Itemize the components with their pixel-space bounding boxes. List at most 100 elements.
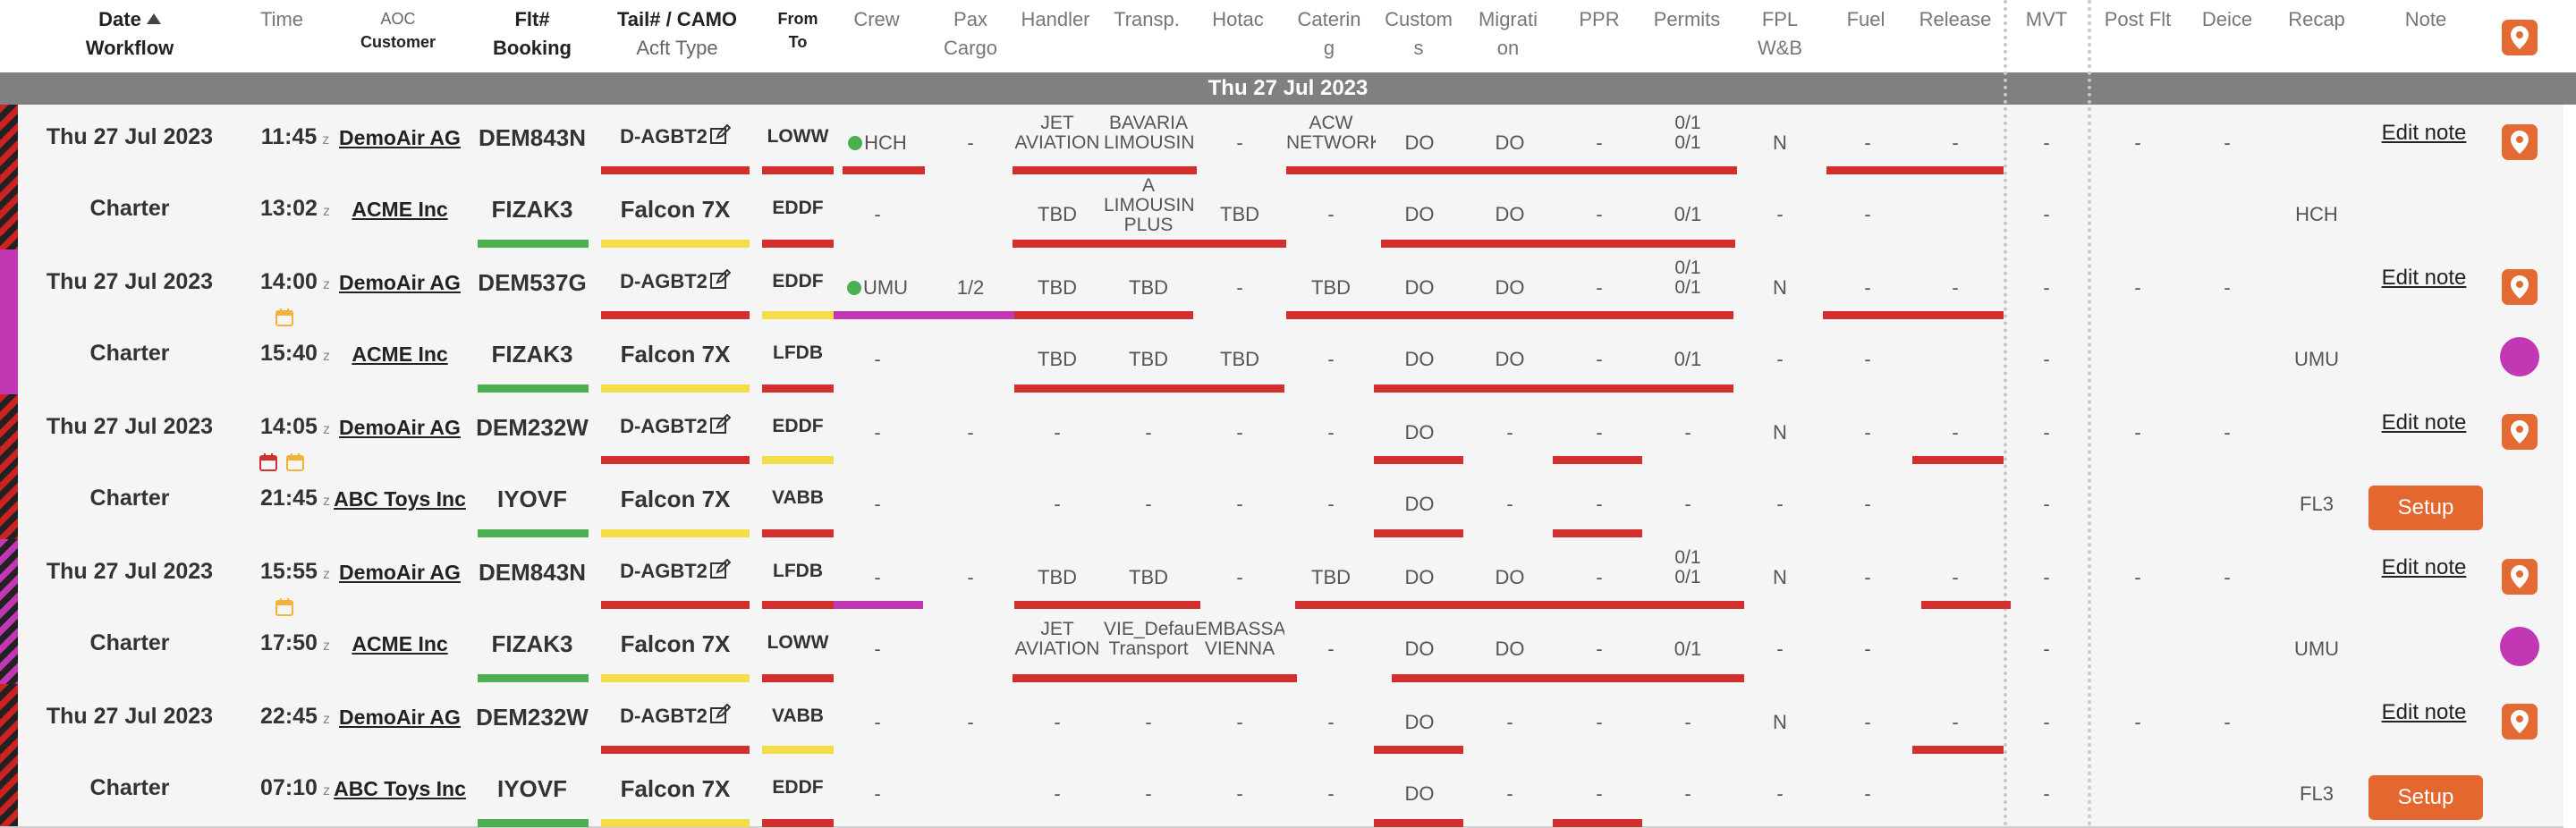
crew-top-value[interactable]: -: [843, 566, 912, 589]
flight-number[interactable]: DEM843N: [474, 124, 590, 152]
crew-top-value[interactable]: -: [843, 421, 912, 444]
fuel-top-value[interactable]: -: [1825, 421, 1911, 444]
edit-note-link[interactable]: Edit note: [2370, 555, 2478, 580]
fuel-top-value[interactable]: -: [1825, 276, 1911, 300]
col-date-workflow[interactable]: Date Workflow: [54, 5, 206, 63]
from-airport[interactable]: LFDB: [762, 561, 834, 582]
fpl-bottom-value[interactable]: -: [1735, 782, 1825, 806]
catering-bottom-value[interactable]: -: [1286, 638, 1376, 661]
ppr-top-value[interactable]: -: [1555, 711, 1644, 734]
col-post-flt[interactable]: Post Flt: [2093, 5, 2182, 34]
customer-link[interactable]: ABC Toys Inc: [333, 777, 467, 801]
mvt-bottom-value[interactable]: -: [2004, 203, 2089, 226]
calendar-alert-icon[interactable]: [259, 453, 277, 471]
catering-top-value[interactable]: TBD: [1286, 276, 1376, 300]
hotac-bottom-value[interactable]: -: [1195, 782, 1284, 806]
edit-note-link[interactable]: Edit note: [2370, 121, 2478, 146]
fpl-bottom-value[interactable]: -: [1735, 203, 1825, 226]
hotac-bottom-value[interactable]: -: [1195, 493, 1284, 516]
migration-top-value[interactable]: DO: [1465, 131, 1555, 155]
col-aoc-customer[interactable]: AOC Customer: [353, 7, 443, 54]
customs-top-value[interactable]: DO: [1376, 566, 1463, 589]
release-top-value[interactable]: -: [1911, 131, 2000, 155]
hotac-bottom-value[interactable]: EMBASSADORVIENNA: [1195, 620, 1284, 659]
transp-bottom-value[interactable]: VIE_DefaultTransport: [1104, 620, 1193, 659]
customs-top-value[interactable]: DO: [1376, 276, 1463, 300]
col-release[interactable]: Release: [1911, 5, 2000, 34]
release-top-value[interactable]: -: [1911, 566, 2000, 589]
recap-bottom-value[interactable]: FL3: [2272, 493, 2361, 516]
ppr-top-value[interactable]: -: [1555, 566, 1644, 589]
migration-top-value[interactable]: DO: [1465, 566, 1555, 589]
transp-bottom-value[interactable]: ALIMOUSINEPLUS: [1104, 176, 1193, 235]
to-airport[interactable]: EDDF: [762, 198, 834, 219]
sort-ascending-icon[interactable]: [146, 13, 161, 24]
migration-bottom-value[interactable]: -: [1465, 782, 1555, 806]
hotac-bottom-value[interactable]: TBD: [1195, 348, 1284, 371]
catering-top-value[interactable]: -: [1286, 711, 1376, 734]
post_flt-top-value[interactable]: -: [2093, 566, 2182, 589]
to-airport[interactable]: LFDB: [762, 342, 834, 364]
recap-bottom-value[interactable]: UMU: [2272, 638, 2361, 661]
calendar-icon[interactable]: [286, 453, 304, 471]
fuel-top-value[interactable]: -: [1825, 711, 1911, 734]
customs-top-value[interactable]: DO: [1376, 131, 1463, 155]
customer-link[interactable]: ACME Inc: [333, 198, 467, 222]
fuel-top-value[interactable]: -: [1825, 566, 1911, 589]
col-hotac[interactable]: Hotac: [1193, 5, 1283, 34]
flight-number[interactable]: DEM843N: [474, 559, 590, 587]
pax-top-value[interactable]: -: [930, 566, 1011, 589]
map-pin-icon[interactable]: [2502, 704, 2538, 739]
transp-top-value[interactable]: TBD: [1104, 566, 1193, 589]
col-catering[interactable]: Caterin g: [1284, 5, 1374, 63]
calendar-icon[interactable]: [275, 598, 293, 616]
transp-top-value[interactable]: BAVARIALIMOUSINE: [1104, 114, 1193, 153]
col-pax-cargo[interactable]: Pax Cargo: [930, 5, 1011, 63]
aoc-link[interactable]: DemoAir AG: [333, 416, 467, 440]
crew-bottom-value[interactable]: -: [843, 348, 912, 371]
calendar-icon[interactable]: [275, 308, 293, 326]
fpl-top-value[interactable]: N: [1735, 711, 1825, 734]
migration-top-value[interactable]: DO: [1465, 276, 1555, 300]
mvt-bottom-value[interactable]: -: [2004, 782, 2089, 806]
fuel-bottom-value[interactable]: -: [1825, 493, 1911, 516]
hotac-top-value[interactable]: -: [1195, 711, 1284, 734]
pax-top-value[interactable]: -: [930, 421, 1011, 444]
handler-top-value[interactable]: -: [1013, 711, 1102, 734]
to-airport[interactable]: EDDF: [762, 777, 834, 798]
transp-top-value[interactable]: TBD: [1104, 276, 1193, 300]
migration-top-value[interactable]: -: [1465, 711, 1555, 734]
recap-bottom-value[interactable]: FL3: [2272, 782, 2361, 806]
map-pin-icon[interactable]: [2502, 124, 2538, 160]
permits-bottom-value[interactable]: 0/1: [1644, 203, 1732, 226]
migration-top-value[interactable]: -: [1465, 421, 1555, 444]
col-fuel[interactable]: Fuel: [1821, 5, 1911, 34]
col-note[interactable]: Note: [2381, 5, 2470, 34]
edit-note-link[interactable]: Edit note: [2370, 410, 2478, 435]
catering-top-value[interactable]: TBD: [1286, 566, 1376, 589]
map-pin-header-icon[interactable]: [2502, 20, 2538, 55]
aoc-link[interactable]: DemoAir AG: [333, 561, 467, 585]
col-migration[interactable]: Migrati on: [1463, 5, 1553, 63]
crew-bottom-value[interactable]: -: [843, 493, 912, 516]
transp-bottom-value[interactable]: -: [1104, 493, 1193, 516]
post_flt-top-value[interactable]: -: [2093, 276, 2182, 300]
edit-icon[interactable]: [709, 124, 731, 146]
to-airport[interactable]: VABB: [762, 487, 834, 509]
handler-bottom-value[interactable]: JET AVIATION: [1013, 620, 1102, 659]
crew-bottom-value[interactable]: -: [843, 203, 912, 226]
aoc-link[interactable]: DemoAir AG: [333, 271, 467, 295]
customs-bottom-value[interactable]: DO: [1376, 203, 1463, 226]
map-pin-icon[interactable]: [2502, 559, 2538, 595]
edit-icon[interactable]: [709, 559, 731, 580]
flight-number[interactable]: DEM232W: [474, 704, 590, 731]
handler-top-value[interactable]: TBD: [1013, 566, 1102, 589]
from-airport[interactable]: EDDF: [762, 271, 834, 292]
customs-bottom-value[interactable]: DO: [1376, 638, 1463, 661]
release-top-value[interactable]: -: [1911, 711, 2000, 734]
edit-note-link[interactable]: Edit note: [2370, 700, 2478, 725]
col-customs[interactable]: Custom s: [1374, 5, 1463, 63]
deice-top-value[interactable]: -: [2182, 711, 2272, 734]
flight-number[interactable]: DEM232W: [474, 414, 590, 442]
hotac-top-value[interactable]: -: [1195, 131, 1284, 155]
